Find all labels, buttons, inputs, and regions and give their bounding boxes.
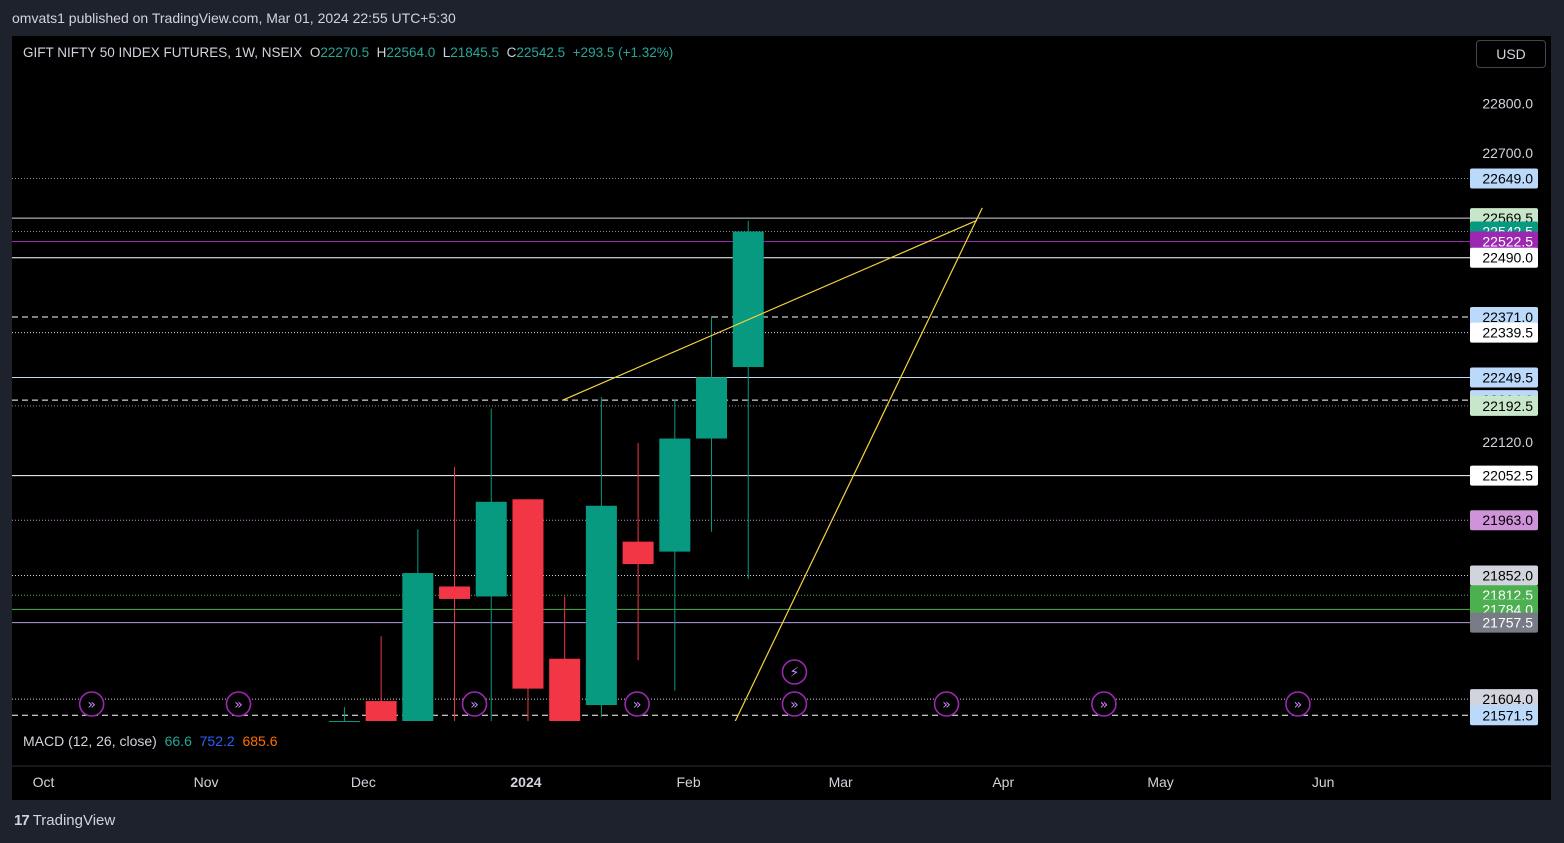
- histogram-value: 685.6: [242, 733, 278, 749]
- time-tick-5: Mar: [829, 774, 853, 790]
- price-tag-9: 22192.5: [1470, 395, 1538, 416]
- candle-5: [512, 499, 544, 721]
- candle-body-11: [732, 231, 764, 368]
- dividend-icon-4: »: [781, 691, 808, 717]
- price-tag-12: 21852.0: [1470, 565, 1538, 586]
- dividend-icon-glyph: »: [234, 697, 243, 713]
- price-tick-3: 22120.0: [1482, 434, 1533, 450]
- high-label: H: [376, 45, 387, 60]
- price-tag-4: 22490.0: [1470, 247, 1538, 268]
- dividend-icon-1: »: [225, 691, 252, 717]
- time-tick-4: Feb: [676, 774, 700, 790]
- price-tag-label-11: 21963.0: [1482, 512, 1533, 528]
- dividend-icon-8: »: [1285, 691, 1311, 717]
- price-tag-label-9: 22192.5: [1482, 398, 1533, 414]
- candle-body-6: [549, 658, 581, 721]
- plot-background: [12, 36, 1551, 766]
- price-tag-label-10: 22052.5: [1482, 468, 1533, 484]
- time-tick-0: Oct: [33, 774, 55, 790]
- chart-canvas[interactable]: »»»»»⚡»»» 22900.022800.022700.022120.0 2…: [12, 36, 1551, 800]
- candle-body-7: [585, 505, 617, 706]
- price-tick-1: 22800.0: [1482, 95, 1533, 111]
- time-tick-6: Apr: [992, 774, 1014, 790]
- price-tag-label-5: 22371.0: [1482, 309, 1533, 325]
- horizontal-levels: [12, 36, 1551, 766]
- symbol-legend: GIFT NIFTY 50 INDEX FUTURES, 1W, NSEIX O…: [23, 45, 673, 60]
- candle-body-5: [512, 499, 544, 689]
- dividend-icon-glyph: »: [470, 697, 479, 713]
- price-tag-label-12: 21852.0: [1482, 568, 1533, 584]
- open-value: 22270.5: [320, 45, 370, 60]
- tradingview-logo-text: TradingView: [32, 812, 116, 829]
- low-value: 21845.5: [450, 45, 500, 60]
- macd-label: MACD (12, 26, close): [23, 733, 157, 749]
- earnings-icon-glyph: ⚡: [790, 665, 800, 681]
- dividend-icon-glyph: »: [87, 697, 96, 713]
- dividend-icon-2: »: [461, 691, 488, 717]
- price-tag-label-17: 21571.5: [1482, 707, 1533, 723]
- price-tag-label-15: 21757.5: [1482, 615, 1533, 631]
- price-tag-11: 21963.0: [1470, 510, 1538, 531]
- dividend-icon-3: »: [624, 691, 650, 717]
- change-value: +293.5 (+1.32%): [572, 45, 674, 60]
- price-tag-7: 22249.5: [1470, 367, 1538, 388]
- close-label: C: [506, 45, 517, 60]
- price-tag-0: 22649.0: [1470, 168, 1538, 189]
- dividend-icon-glyph: »: [790, 697, 799, 713]
- dividend-icon-0: »: [78, 691, 105, 717]
- close-value: 22542.5: [516, 45, 566, 60]
- price-tick-2: 22700.0: [1482, 145, 1533, 161]
- price-tag-label-6: 22339.5: [1482, 325, 1533, 341]
- open-label: O: [309, 45, 321, 60]
- macd-value: 66.6: [164, 733, 192, 749]
- candle-body-2: [402, 573, 434, 721]
- tradingview-logo-icon: 17: [14, 812, 30, 829]
- time-tick-7: May: [1147, 774, 1173, 790]
- candle-body-9: [659, 438, 691, 552]
- price-tag-label-3: 22522.5: [1482, 234, 1533, 250]
- candle-body-8: [622, 541, 654, 565]
- dividend-icon-glyph: »: [1294, 697, 1303, 713]
- dividend-icon-glyph: »: [633, 697, 642, 713]
- dividend-icon-glyph: »: [942, 697, 951, 713]
- signal-value: 752.2: [199, 733, 235, 749]
- time-tick-2: Dec: [351, 774, 376, 790]
- publisher-line: omvats1 published on TradingView.com, Ma…: [12, 10, 456, 26]
- price-tag-6: 22339.5: [1470, 322, 1538, 343]
- price-tag-label-4: 22490.0: [1482, 250, 1533, 266]
- currency-button[interactable]: USD: [1476, 40, 1546, 68]
- time-tick-8: Jun: [1312, 774, 1335, 790]
- tradingview-logo[interactable]: 17 TradingView: [14, 812, 115, 829]
- dividend-icon-6: »: [933, 691, 960, 717]
- candle-body-0: [328, 721, 360, 722]
- dividend-icon-7: »: [1091, 691, 1117, 717]
- price-tag-10: 22052.5: [1470, 465, 1538, 486]
- price-tag-label-7: 22249.5: [1482, 370, 1533, 386]
- price-tag-label-0: 22649.0: [1482, 170, 1533, 186]
- candle-body-1: [365, 701, 397, 721]
- time-tick-1: Nov: [194, 774, 219, 790]
- time-tick-3: 2024: [510, 774, 541, 790]
- earnings-icon-5: ⚡: [781, 659, 808, 685]
- time-axis: Oct Nov Dec 2024 Feb Mar Apr May Jun: [12, 765, 1551, 800]
- candle-body-10: [696, 377, 728, 439]
- candle-body-4: [475, 501, 507, 597]
- high-value: 22564.0: [386, 45, 436, 60]
- price-tag-label-16: 21604.0: [1482, 691, 1533, 707]
- price-tag-15: 21757.5: [1470, 612, 1538, 633]
- price-tag-17: 21571.5: [1470, 705, 1538, 726]
- macd-legend: MACD (12, 26, close) 66.6 752.2 685.6: [23, 733, 278, 749]
- dividend-icon-glyph: »: [1100, 697, 1109, 713]
- candle-body-3: [439, 586, 471, 599]
- symbol-name: GIFT NIFTY 50 INDEX FUTURES, 1W, NSEIX: [23, 45, 303, 60]
